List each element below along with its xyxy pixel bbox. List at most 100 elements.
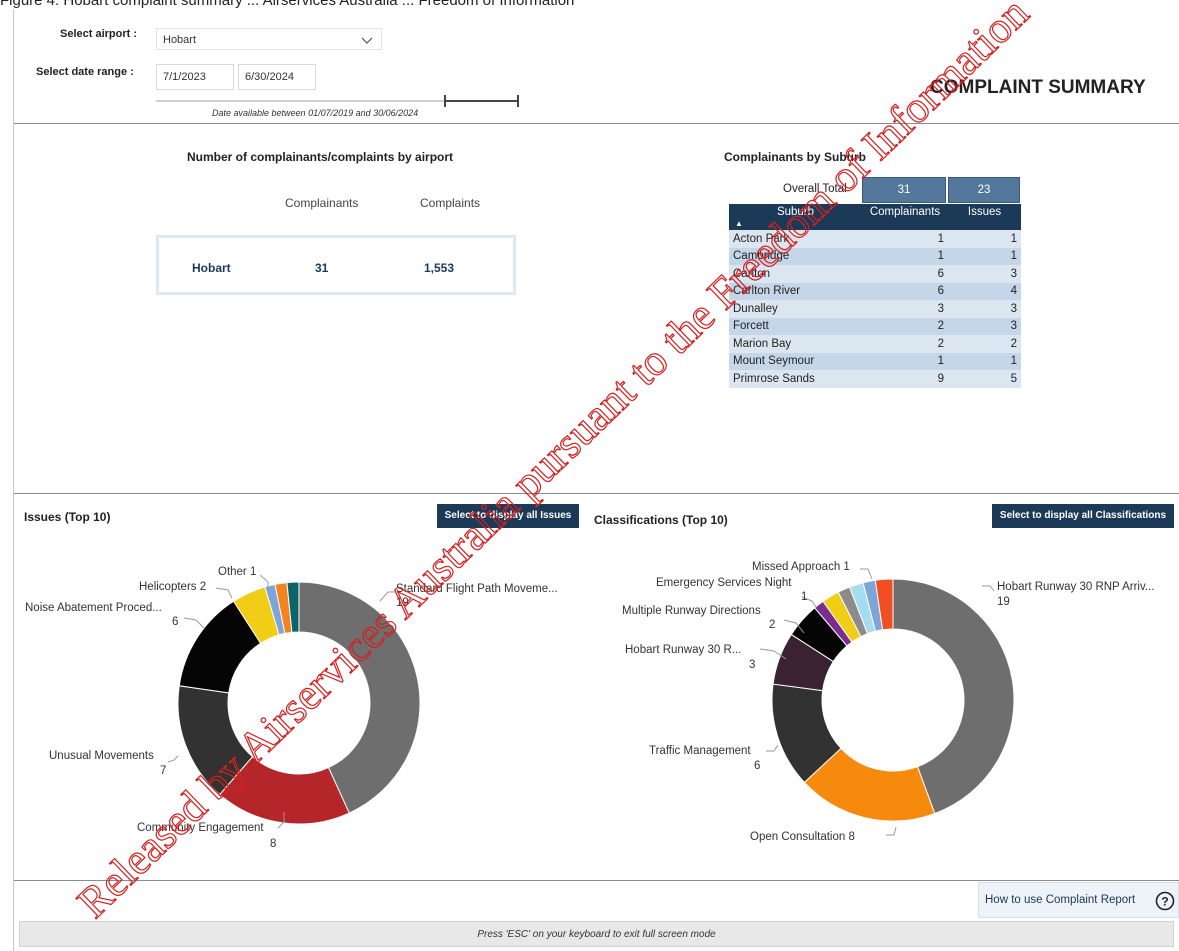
svg-text:?: ? xyxy=(1161,895,1168,909)
issues-cell: 2 xyxy=(948,335,1021,353)
issue-label-helicopters: Helicopters 2 xyxy=(139,581,206,593)
divider-top xyxy=(14,123,1179,124)
airport-select-value: Hobart xyxy=(163,34,197,46)
page-caption: Figure 4: Hobart complaint summary ... A… xyxy=(0,0,575,9)
table-row[interactable]: Primrose Sands 9 5 xyxy=(729,370,1021,388)
date-slider-range xyxy=(444,100,518,102)
issue-label-standard: Standard Flight Path Moveme... xyxy=(396,583,558,595)
complainants-cell: 3 xyxy=(862,300,948,318)
date-slider-start-handle[interactable] xyxy=(444,95,446,107)
issues-cell: 3 xyxy=(948,300,1021,318)
issue-value-noise: 6 xyxy=(172,616,178,628)
suburb-cell: Acton Park xyxy=(729,230,862,248)
complainants-cell: 1 xyxy=(862,352,948,370)
airport-row-complainants: 31 xyxy=(315,261,329,275)
issue-label-noise: Noise Abatement Proced... xyxy=(25,602,162,614)
table-row[interactable]: Cambridge 1 1 xyxy=(729,247,1021,265)
airport-table-title: Number of complainants/complaints by air… xyxy=(187,150,454,164)
suburb-table-header: Suburb ▲ Complainants Issues xyxy=(729,204,1021,230)
table-row[interactable]: Mount Seymour 1 1 xyxy=(729,352,1021,370)
issue-value-unusual: 7 xyxy=(160,765,166,777)
complainants-cell: 6 xyxy=(862,265,948,283)
issue-value-community: 8 xyxy=(270,838,276,850)
help-icon: ? xyxy=(1155,891,1175,911)
suburb-table: Acton Park 1 1 Cambridge 1 1 Carlton 6 3 Carlt… xyxy=(729,230,1021,388)
issues-cell: 1 xyxy=(948,230,1021,248)
issue-label-other: Other 1 xyxy=(218,566,256,578)
suburb-table-title: Complainants by Suburb xyxy=(724,150,867,164)
complainants-cell: 2 xyxy=(862,335,948,353)
header-suburb[interactable]: Suburb xyxy=(729,206,862,218)
table-row[interactable]: Forcett 2 3 xyxy=(729,317,1021,335)
class-label-open: Open Consultation 8 xyxy=(750,831,855,843)
date-available-note: Date available between 01/07/2019 and 30… xyxy=(212,108,419,118)
help-link[interactable]: How to use Complaint Report ? xyxy=(978,882,1179,918)
overall-total-label: Overall Total xyxy=(783,183,847,195)
suburb-cell: Primrose Sands xyxy=(729,370,862,388)
fullscreen-hint-bar: Press 'ESC' on your keyboard to exit ful… xyxy=(19,921,1174,947)
suburb-cell: Forcett xyxy=(729,317,862,335)
class-label-traffic: Traffic Management xyxy=(649,745,751,757)
sort-asc-icon[interactable]: ▲ xyxy=(735,219,743,228)
divider-middle xyxy=(14,493,1179,494)
suburb-cell: Marion Bay xyxy=(729,335,862,353)
complainants-cell: 9 xyxy=(862,370,948,388)
date-end-input[interactable]: 6/30/2024 xyxy=(238,64,316,90)
table-row[interactable]: Acton Park 1 1 xyxy=(729,230,1021,248)
report-title: COMPLAINT SUMMARY xyxy=(930,77,1146,98)
table-row[interactable]: Marion Bay 2 2 xyxy=(729,335,1021,353)
airport-row-complaints: 1,553 xyxy=(424,261,455,275)
class-label-hobart-r: Hobart Runway 30 R... xyxy=(625,644,741,656)
date-range-label: Select date range : xyxy=(36,66,134,78)
header-issues[interactable]: Issues xyxy=(948,206,1021,218)
date-slider-end-handle[interactable] xyxy=(517,95,519,107)
suburb-cell: Dunalley xyxy=(729,300,862,318)
issues-cell: 3 xyxy=(948,317,1021,335)
table-row[interactable]: Carlton River 6 4 xyxy=(729,282,1021,300)
class-value-rnp: 19 xyxy=(997,596,1010,608)
class-value-emergency: 1 xyxy=(801,591,807,603)
class-value-multiple: 2 xyxy=(769,619,775,631)
airport-select[interactable]: Hobart xyxy=(156,28,382,50)
classifications-donut-chart: Missed Approach 1 Emergency Services Nig… xyxy=(622,561,1154,843)
table-row[interactable]: Carlton 6 3 xyxy=(729,265,1021,283)
col-header-complainants: Complainants xyxy=(285,196,359,210)
suburb-cell: Cambridge xyxy=(729,247,862,265)
issues-cell: 4 xyxy=(948,282,1021,300)
airport-row-name: Hobart xyxy=(192,261,231,275)
table-row[interactable]: Dunalley 3 3 xyxy=(729,300,1021,318)
class-label-multiple: Multiple Runway Directions xyxy=(622,605,761,617)
overall-complainants: 31 xyxy=(862,177,946,203)
issue-value-standard: 19 xyxy=(396,597,409,609)
complainants-cell: 1 xyxy=(862,230,948,248)
issues-donut-chart: Standard Flight Path Moveme... 19 Other … xyxy=(25,566,558,850)
date-start-input[interactable]: 7/1/2023 xyxy=(156,64,234,90)
complainants-cell: 2 xyxy=(862,317,948,335)
help-link-label: How to use Complaint Report xyxy=(985,894,1136,906)
issues-title: Issues (Top 10) xyxy=(24,510,111,524)
suburb-cell: Mount Seymour xyxy=(729,352,862,370)
class-value-hobart-r: 3 xyxy=(749,659,755,671)
suburb-cell: Carlton xyxy=(729,265,862,283)
issues-cell: 1 xyxy=(948,352,1021,370)
class-value-traffic: 6 xyxy=(754,760,760,772)
class-label-rnp: Hobart Runway 30 RNP Arriv... xyxy=(997,581,1154,593)
airport-label: Select airport : xyxy=(60,28,138,40)
class-label-emergency: Emergency Services Night xyxy=(656,577,792,589)
complainants-cell: 1 xyxy=(862,247,948,265)
issue-label-community: Community Engagement xyxy=(137,822,264,834)
issues-cell: 1 xyxy=(948,247,1021,265)
overall-issues: 23 xyxy=(948,177,1020,203)
chevron-down-icon xyxy=(361,37,373,44)
divider-bottom xyxy=(14,880,1179,881)
class-label-missed: Missed Approach 1 xyxy=(752,561,850,573)
col-header-complaints: Complaints xyxy=(420,196,481,210)
issues-cell: 3 xyxy=(948,265,1021,283)
issues-cell: 5 xyxy=(948,370,1021,388)
fullscreen-hint: Press 'ESC' on your keyboard to exit ful… xyxy=(477,929,716,940)
issue-label-unusual: Unusual Movements xyxy=(49,750,154,762)
header-complainants[interactable]: Complainants xyxy=(862,206,948,218)
airport-row-card[interactable]: Hobart 31 1,553 xyxy=(156,235,516,295)
complainants-cell: 6 xyxy=(862,282,948,300)
page-caption-strip: Figure 4: Hobart complaint summary ... A… xyxy=(0,0,1179,9)
